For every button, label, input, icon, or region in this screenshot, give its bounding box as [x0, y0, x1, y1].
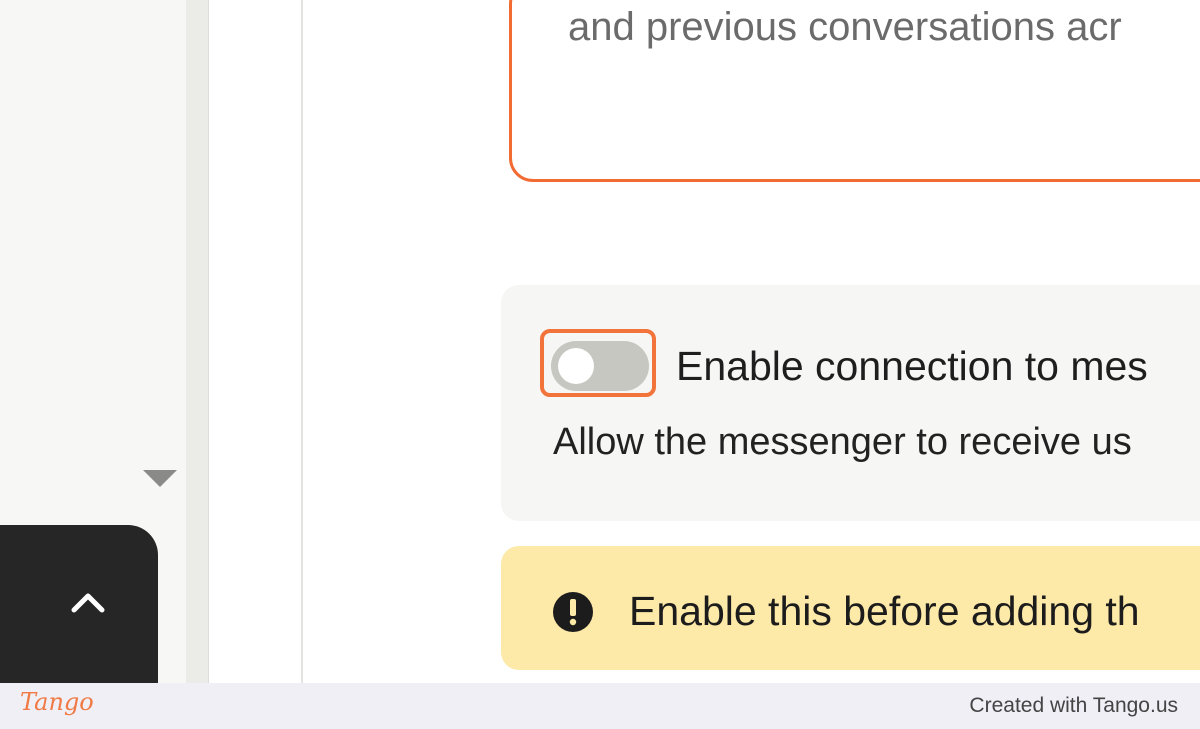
panel-divider	[186, 0, 209, 683]
footer-credit: Created with Tango.us	[969, 694, 1178, 717]
toggle-knob	[558, 348, 594, 384]
chevron-up-icon	[71, 593, 105, 613]
exclamation-circle-icon	[553, 592, 593, 632]
enable-connection-toggle[interactable]	[551, 341, 649, 391]
connection-setting-card	[501, 285, 1200, 521]
side-column	[209, 0, 303, 683]
dropdown-caret-icon[interactable]	[143, 470, 177, 487]
message-text-field[interactable]: and previous conversations acr	[509, 0, 1200, 182]
message-text: and previous conversations acr	[568, 5, 1122, 49]
setting-description: Allow the messenger to receive us	[553, 421, 1132, 463]
setting-title: Enable connection to mes	[676, 343, 1148, 389]
warning-text: Enable this before adding th	[629, 588, 1140, 634]
tango-logo: Tango	[20, 688, 94, 716]
